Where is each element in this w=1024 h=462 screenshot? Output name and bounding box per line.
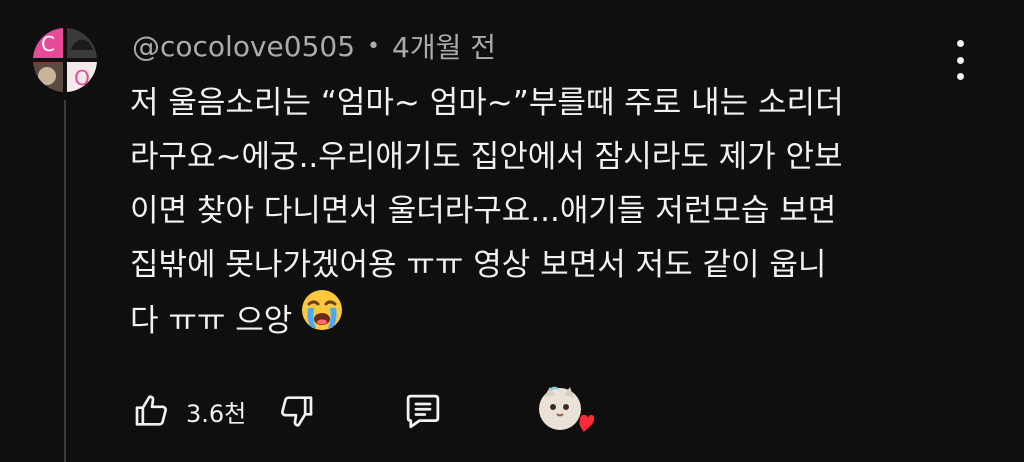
reply-comment-icon[interactable] xyxy=(400,388,446,434)
avatar-letter-c: C xyxy=(41,32,55,56)
comment-time[interactable]: 4개월 전 xyxy=(392,26,496,66)
comment-line: 집밖에 못나가겠어용 ㅠㅠ 영상 보면서 저도 같이 웁니 xyxy=(130,247,827,283)
separator-dot: • xyxy=(367,33,380,59)
reply-thread-line xyxy=(64,100,66,462)
comment-line-last: 다 ㅠㅠ 으앙 xyxy=(130,290,960,353)
avatar[interactable]: C O xyxy=(33,28,97,92)
loudly-crying-face-icon xyxy=(300,288,344,349)
comment-actions: 3.6천 xyxy=(130,384,595,438)
comment-line: 다 ㅠㅠ 으앙 xyxy=(130,303,293,339)
comment-line: 라구요~에궁..우리애기도 집안에서 잠시라도 제가 안보 xyxy=(130,139,843,175)
thumbs-up-icon[interactable] xyxy=(130,389,174,433)
creator-heart-icon xyxy=(538,385,595,437)
thumbs-down-icon[interactable] xyxy=(274,389,318,433)
comment-line: 저 울음소리는 “엄마~ 엄마~”부를때 주로 내는 소리더 xyxy=(130,85,844,121)
author-handle[interactable]: @cocolove0505 xyxy=(132,30,355,63)
comment-text: 저 울음소리는 “엄마~ 엄마~”부를때 주로 내는 소리더 라구요~에궁..우… xyxy=(130,76,960,353)
comment-header: @cocolove0505 • 4개월 전 xyxy=(132,26,496,66)
like-count: 3.6천 xyxy=(186,399,247,428)
comment-line: 이면 찾아 다니면서 울더라구요...애기들 저런모습 보면 xyxy=(130,193,837,229)
avatar-letter-o: O xyxy=(74,66,90,90)
avatar-image: C O xyxy=(33,28,97,92)
